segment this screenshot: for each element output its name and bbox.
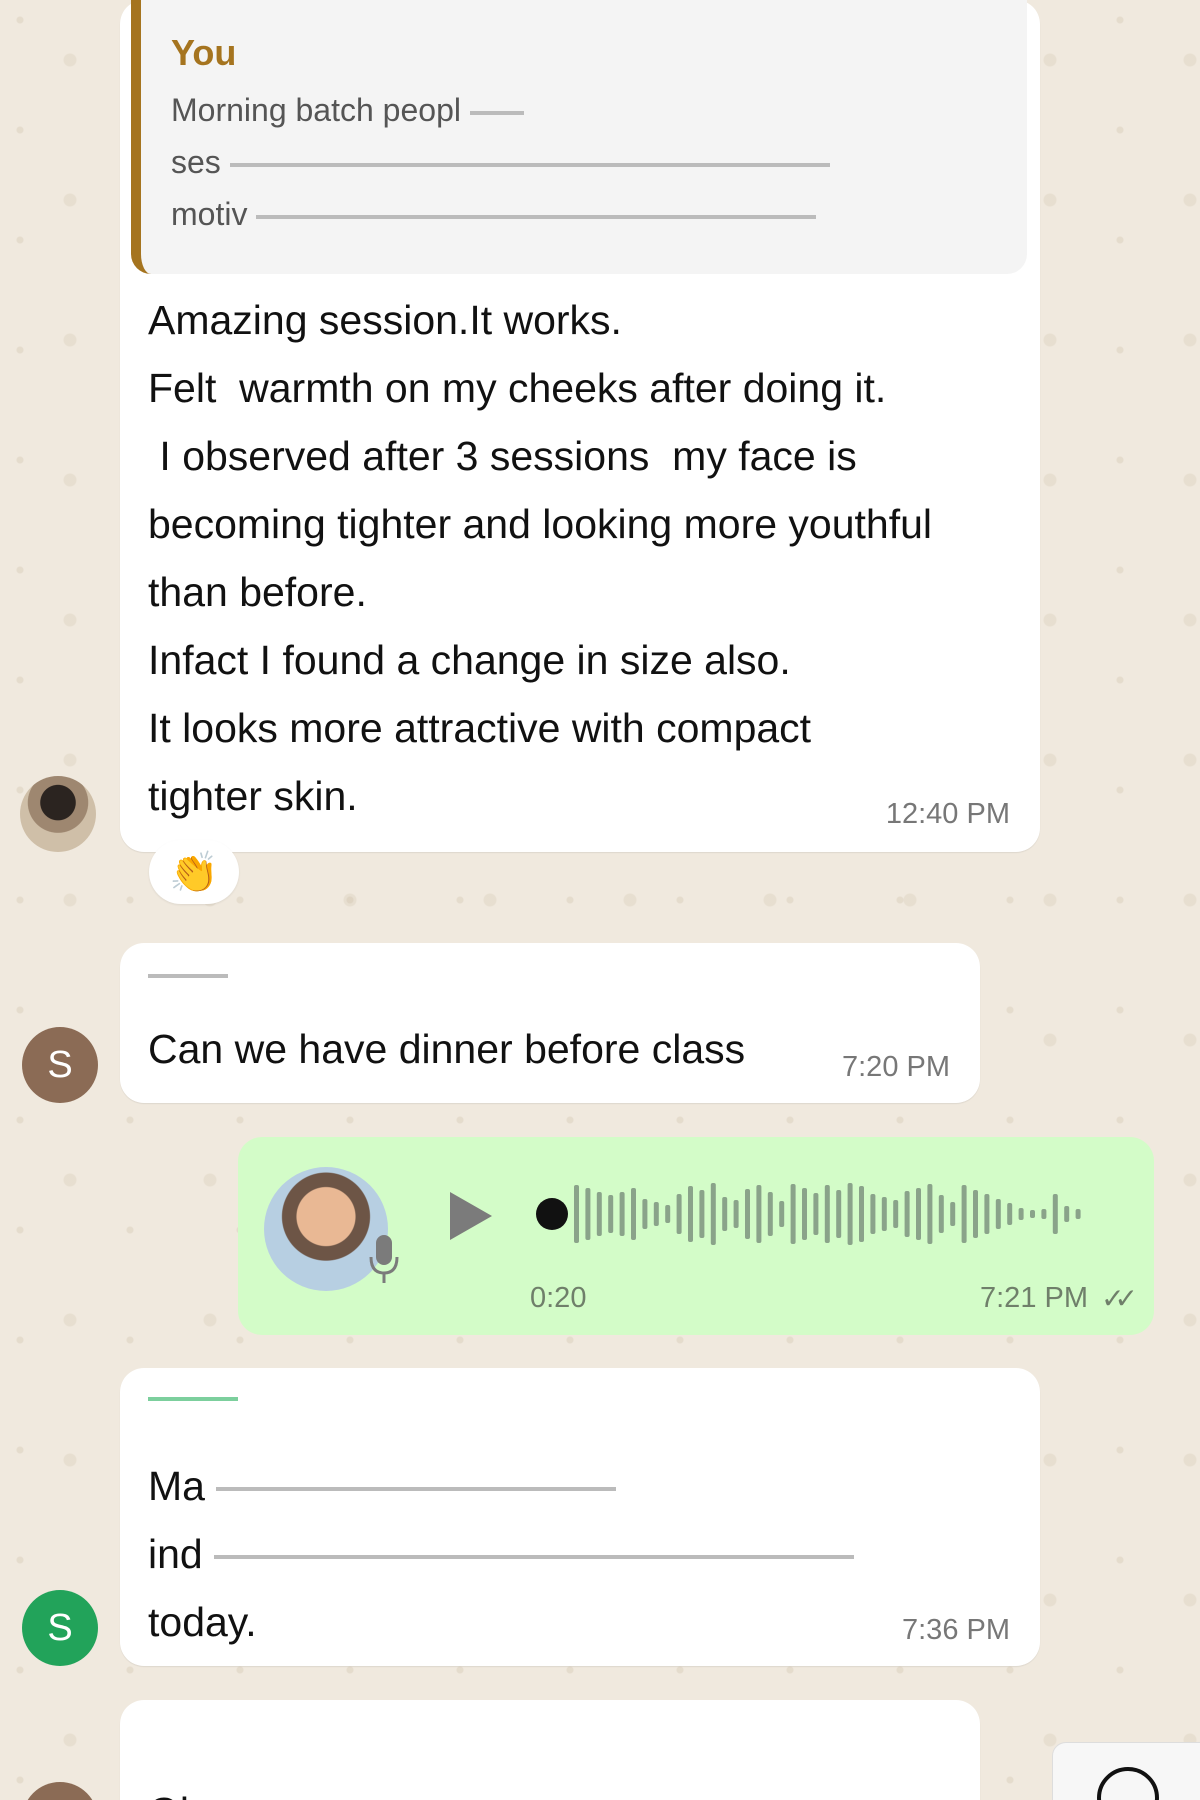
- sender-avatar[interactable]: [20, 776, 96, 852]
- waveform-bar: [596, 1192, 602, 1236]
- waveform-bar: [859, 1186, 864, 1242]
- chevron-down-icon: ⌄: [1097, 1767, 1159, 1800]
- waveform-bar: [665, 1205, 671, 1223]
- waveform-bar: [1030, 1210, 1035, 1218]
- quote-text-line-2: ses: [171, 136, 997, 188]
- waveform-bar: [938, 1195, 944, 1233]
- waveform-bar: [631, 1188, 636, 1240]
- waveform-bar: [847, 1183, 853, 1245]
- message-text-line: It looks more attractive with compact: [148, 705, 812, 751]
- waveform-bar: [802, 1188, 807, 1240]
- waveform-bar: [699, 1190, 705, 1238]
- waveform-bar: [574, 1185, 579, 1243]
- reaction-badge[interactable]: 👏: [149, 840, 239, 904]
- waveform-bar: [619, 1192, 625, 1236]
- waveform-bar: [916, 1188, 921, 1240]
- waveform-bar: [767, 1192, 773, 1236]
- message-text-line: than before.: [148, 569, 367, 615]
- message-text-line: Felt warmth on my cheeks after doing it.: [148, 365, 887, 411]
- audio-waveform[interactable]: [536, 1179, 1116, 1249]
- message-text-line: today.: [148, 1599, 257, 1645]
- voice-duration: 0:20: [530, 1282, 587, 1314]
- message-text-line: ind: [148, 1520, 855, 1588]
- message-text-line: Infact I found a change in size also.: [148, 637, 791, 683]
- message-timestamp: 7:20 PM: [842, 1051, 950, 1083]
- waveform-bar: [733, 1200, 739, 1228]
- message-timestamp: 12:40 PM: [885, 798, 1010, 830]
- quote-text-line-3: motiv: [171, 188, 997, 240]
- sender-name-redacted: [148, 967, 748, 987]
- message-bubble[interactable]: Ma ind today. 7:36 PM: [120, 1368, 1040, 1666]
- message-text-line: I observed after 3 sessions my face is: [148, 433, 857, 479]
- waveform-bar: [790, 1184, 796, 1244]
- message-bubble[interactable]: You Morning batch peopl ses motiv Amazin…: [120, 0, 1040, 852]
- message-timestamp: 7:36 PM: [902, 1614, 1010, 1646]
- waveform-bar: [995, 1199, 1001, 1229]
- message-text-line: tighter skin.: [148, 773, 358, 819]
- message-text-line: Ma: [148, 1452, 854, 1520]
- waveform-bar: [824, 1185, 830, 1243]
- read-receipt-icon: ✓✓: [1101, 1283, 1138, 1314]
- waveform-bar: [1041, 1209, 1047, 1219]
- scroll-to-bottom-button[interactable]: ⌄: [1052, 1742, 1200, 1800]
- waveform-bar: [904, 1191, 910, 1237]
- waveform-bar: [950, 1202, 956, 1226]
- waveform-bar: [836, 1190, 842, 1238]
- voice-message-bubble[interactable]: 0:20 7:21 PM ✓✓: [238, 1137, 1154, 1335]
- message-bubble[interactable]: Can we have dinner before class 7:20 PM: [120, 943, 980, 1103]
- waveform-bar: [722, 1197, 728, 1231]
- quote-author: You: [171, 32, 237, 73]
- quoted-message[interactable]: You Morning batch peopl ses motiv: [131, 0, 1027, 274]
- waveform-bar: [1064, 1206, 1070, 1222]
- waveform-bar: [984, 1194, 990, 1234]
- message-text: Ok: [148, 1778, 200, 1800]
- waveform-bar: [1018, 1208, 1024, 1220]
- waveform-bar: [1007, 1203, 1013, 1225]
- waveform-bar: [1052, 1194, 1058, 1234]
- message-text-line: Amazing session.It works.: [148, 297, 622, 343]
- waveform-bar: [870, 1194, 876, 1234]
- waveform-bar: [688, 1186, 693, 1242]
- waveform-bar: [1075, 1209, 1081, 1219]
- waveform-bar: [710, 1183, 716, 1245]
- waveform-bar: [585, 1188, 591, 1240]
- waveform-bar: [881, 1197, 887, 1231]
- message-text-line: becoming tighter and looking more youthf…: [148, 501, 933, 547]
- waveform-bar: [608, 1195, 614, 1233]
- message-timestamp: 7:21 PM: [980, 1282, 1088, 1314]
- message-bubble[interactable]: Ok: [120, 1700, 980, 1800]
- play-icon[interactable]: [450, 1192, 492, 1240]
- waveform-bar: [973, 1190, 978, 1238]
- waveform-bar: [653, 1202, 659, 1226]
- waveform-bar: [927, 1184, 933, 1244]
- waveform-bar: [756, 1185, 762, 1243]
- waveform-bar: [642, 1199, 648, 1229]
- message-text: Can we have dinner before class: [148, 1026, 746, 1072]
- waveform-bar: [961, 1185, 967, 1243]
- waveform-bar: [779, 1201, 785, 1227]
- microphone-icon: [369, 1235, 399, 1283]
- waveform-bar: [813, 1193, 819, 1235]
- waveform-bar: [745, 1189, 750, 1239]
- sender-avatar[interactable]: S: [22, 1027, 98, 1103]
- waveform-bar: [676, 1194, 682, 1234]
- sender-avatar[interactable]: S: [22, 1590, 98, 1666]
- quote-text-line-1: Morning batch peopl: [171, 84, 997, 136]
- waveform-bar: [893, 1200, 899, 1228]
- sender-name-redacted: [148, 1390, 238, 1408]
